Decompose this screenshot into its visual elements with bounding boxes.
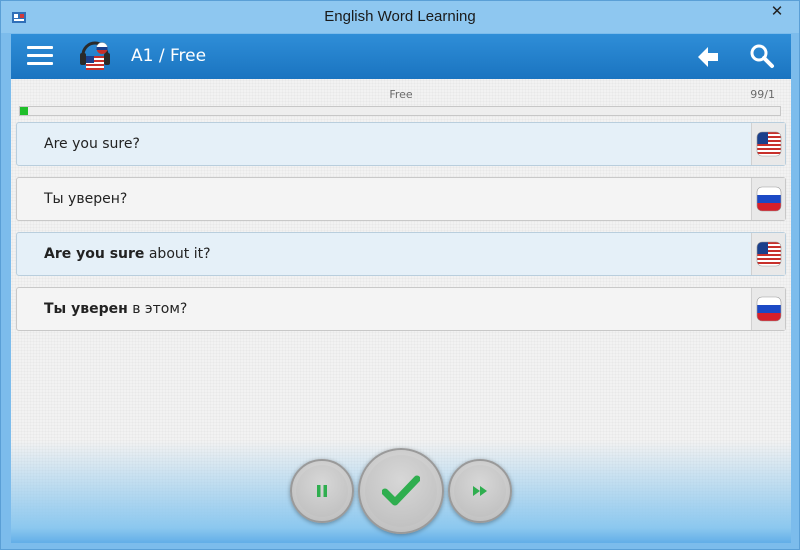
progress-count: 99/1 (750, 88, 775, 101)
phrase-text: Are you sure? (44, 136, 140, 152)
search-icon[interactable] (749, 43, 775, 69)
russia-flag-icon[interactable] (751, 178, 785, 220)
back-arrow-icon[interactable] (695, 44, 721, 70)
example-bold-part: Are you sure (44, 246, 145, 262)
checkmark-icon (382, 475, 420, 506)
example-card-russian[interactable]: Ты уверен в этом? (16, 287, 786, 331)
pause-icon (317, 485, 327, 497)
phrase-rest: Are you sure? (44, 136, 140, 152)
fast-forward-icon (473, 486, 487, 496)
progress-bar (19, 106, 781, 116)
phrase-text: Ты уверен? (44, 191, 127, 207)
us-flag-icon[interactable] (751, 233, 785, 275)
example-text: Are you sure about it? (44, 246, 211, 262)
hamburger-menu-icon[interactable] (27, 46, 53, 66)
progress-label: Free (389, 88, 413, 101)
example-rest: в этом? (127, 301, 188, 317)
example-rest: about it? (144, 246, 211, 262)
russia-flag-icon[interactable] (751, 288, 785, 330)
app-logo-icon (80, 41, 110, 70)
pause-button[interactable] (290, 459, 354, 523)
confirm-button[interactable] (358, 448, 444, 534)
next-button[interactable] (448, 459, 512, 523)
page-title: A1 / Free (131, 46, 207, 66)
app-header: A1 / Free (11, 34, 791, 79)
title-bar[interactable]: English Word Learning ✕ (1, 1, 799, 33)
phrase-card-russian[interactable]: Ты уверен? (16, 177, 786, 221)
us-flag-icon[interactable] (751, 123, 785, 165)
phrase-card-english[interactable]: Are you sure? (16, 122, 786, 166)
phrase-rest: Ты уверен? (44, 191, 128, 207)
window-title: English Word Learning (324, 8, 476, 25)
example-card-english[interactable]: Are you sure about it? (16, 232, 786, 276)
example-text: Ты уверен в этом? (44, 301, 187, 317)
progress-bar-fill (20, 107, 28, 115)
window-close-button[interactable]: ✕ (761, 1, 793, 23)
example-bold-part: Ты уверен (44, 301, 128, 317)
app-window: English Word Learning ✕ A1 / Free Free 9… (0, 0, 800, 550)
